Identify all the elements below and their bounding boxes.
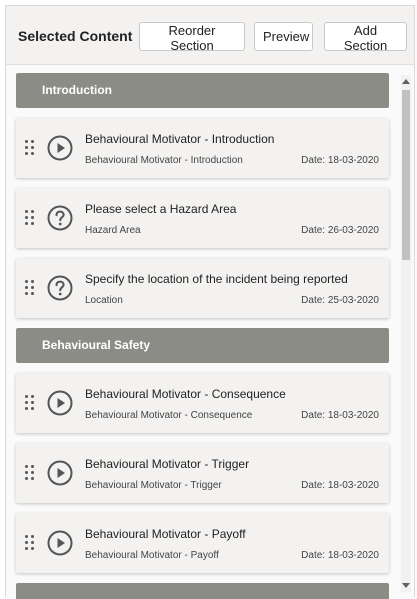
play-icon[interactable] (47, 390, 73, 416)
item-title: Specify the location of the incident bei… (85, 272, 348, 286)
drag-dot (25, 146, 28, 149)
drag-dot (25, 471, 28, 474)
drag-handle-icon[interactable] (25, 280, 36, 296)
drag-handle-icon[interactable] (25, 465, 36, 481)
drag-dot (25, 210, 28, 213)
drag-dot (31, 541, 34, 544)
item-title: Behavioural Motivator - Consequence (85, 387, 286, 401)
drag-dot (31, 535, 34, 538)
drag-dot (25, 401, 28, 404)
drag-dot (31, 140, 34, 143)
item-date: Date: 25-03-2020 (301, 295, 379, 306)
item-subtitle: Behavioural Motivator - Trigger (85, 480, 222, 491)
drag-dot (31, 547, 34, 550)
drag-dot (31, 286, 34, 289)
play-icon[interactable] (47, 530, 73, 556)
item-title: Please select a Hazard Area (85, 202, 237, 216)
drag-dot (31, 401, 34, 404)
drag-handle-icon[interactable] (25, 210, 36, 226)
drag-dot (25, 286, 28, 289)
item-date: Date: 18-03-2020 (301, 480, 379, 491)
content-item[interactable]: Behavioural Motivator - Introduction Beha… (16, 118, 389, 178)
reorder-section-button[interactable]: Reorder Section (139, 22, 245, 53)
item-date: Date: 18-03-2020 (301, 155, 379, 166)
question-icon[interactable] (47, 275, 73, 301)
play-icon[interactable] (47, 460, 73, 486)
item-subtitle: Behavioural Motivator - Payoff (85, 550, 219, 561)
drag-dot (25, 140, 28, 143)
preview-button[interactable]: Preview (254, 22, 313, 51)
drag-dot (31, 471, 34, 474)
question-icon[interactable] (47, 205, 73, 231)
drag-dot (31, 152, 34, 155)
content-item[interactable]: Behavioural Motivator - Payoff Behavioura… (16, 513, 389, 573)
drag-dot (31, 216, 34, 219)
item-title: Behavioural Motivator - Introduction (85, 132, 275, 146)
panel-title: Selected Content (18, 28, 133, 44)
drag-dot (31, 407, 34, 410)
play-icon[interactable] (47, 135, 73, 161)
drag-dot (31, 395, 34, 398)
drag-dot (25, 407, 28, 410)
selected-content-panel: Selected Content Reorder Section Preview… (5, 5, 415, 599)
drag-dot (31, 280, 34, 283)
drag-dot (25, 465, 28, 468)
drag-dot (31, 477, 34, 480)
item-title: Behavioural Motivator - Trigger (85, 457, 250, 471)
drag-dot (25, 152, 28, 155)
item-subtitle: Hazard Area (85, 225, 141, 236)
drag-dot (25, 216, 28, 219)
drag-handle-icon[interactable] (25, 395, 36, 411)
item-subtitle: Behavioural Motivator - Consequence (85, 410, 253, 421)
item-date: Date: 18-03-2020 (301, 550, 379, 561)
add-section-button[interactable]: Add Section (324, 22, 407, 53)
section-header[interactable]: Behavioural Safety (16, 328, 389, 363)
drag-handle-icon[interactable] (25, 535, 36, 551)
section-header[interactable]: Introduction (16, 73, 389, 108)
drag-dot (31, 222, 34, 225)
drag-dot (31, 465, 34, 468)
content-item[interactable]: Please select a Hazard Area Hazard Area Da… (16, 188, 389, 248)
drag-handle-icon[interactable] (25, 140, 36, 156)
scroll-thumb[interactable] (402, 90, 410, 260)
scroll-up-icon[interactable] (402, 79, 410, 84)
item-title: Behavioural Motivator - Payoff (85, 527, 246, 541)
vertical-scrollbar[interactable] (401, 75, 411, 592)
drag-dot (31, 146, 34, 149)
scroll-down-icon[interactable] (402, 583, 410, 588)
drag-dot (25, 292, 28, 295)
drag-dot (25, 477, 28, 480)
drag-dot (25, 222, 28, 225)
item-subtitle: Behavioural Motivator - Introduction (85, 155, 243, 166)
item-date: Date: 26-03-2020 (301, 225, 379, 236)
drag-dot (25, 280, 28, 283)
drag-dot (25, 547, 28, 550)
section-list: Introduction Behavioural Motivator - Intr… (6, 64, 414, 599)
drag-dot (25, 535, 28, 538)
item-subtitle: Location (85, 295, 123, 306)
drag-dot (25, 541, 28, 544)
drag-dot (25, 395, 28, 398)
item-date: Date: 18-03-2020 (301, 410, 379, 421)
drag-dot (31, 210, 34, 213)
content-item[interactable]: Behavioural Motivator - Consequence Behav… (16, 373, 389, 433)
panel-header: Selected Content Reorder Section Preview… (6, 6, 414, 64)
drag-dot (31, 292, 34, 295)
content-item[interactable]: Behavioural Motivator - Trigger Behaviour… (16, 443, 389, 503)
content-item[interactable]: Specify the location of the incident bei… (16, 258, 389, 318)
